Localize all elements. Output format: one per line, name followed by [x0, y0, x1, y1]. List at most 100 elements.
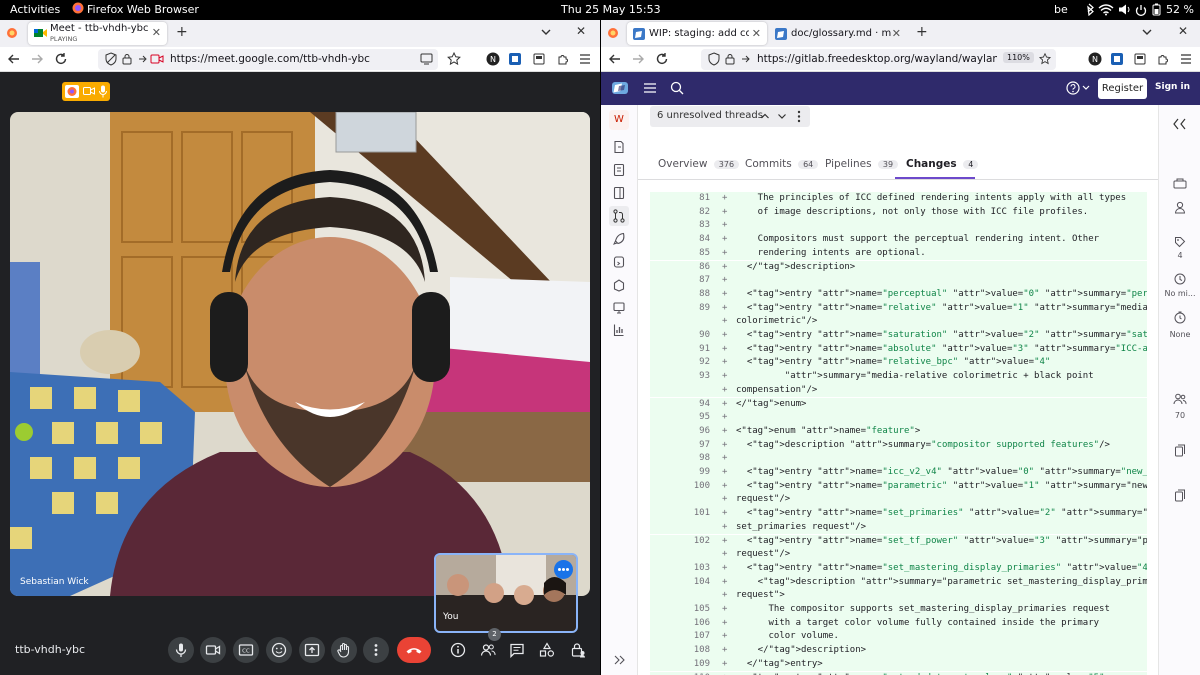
tab-changes[interactable]: Changes 4 [906, 158, 979, 170]
permissions-icon[interactable] [741, 53, 753, 65]
tab-meet[interactable]: Meet - ttb-vhdh-ybc PLAYING ✕ [28, 22, 167, 45]
diff-line-number[interactable]: 105 [650, 603, 710, 617]
diff-line-number[interactable]: 99 [650, 466, 710, 480]
diff-line-number[interactable]: 102 [650, 535, 710, 549]
search-icon[interactable] [670, 81, 684, 95]
diff-line-number[interactable]: 94 [650, 398, 710, 412]
url-text[interactable]: https://gitlab.freedesktop.org/wayland/w… [757, 53, 997, 65]
zoom-level[interactable]: 110% [1003, 52, 1034, 63]
back-icon[interactable] [607, 51, 623, 67]
previous-thread-icon[interactable] [760, 110, 770, 122]
bookmark-star-icon[interactable] [1038, 52, 1052, 66]
help-icon[interactable] [1066, 81, 1092, 95]
diff-line-number[interactable]: 86 [650, 261, 710, 275]
list-all-tabs-icon[interactable] [540, 26, 552, 38]
freedesktop-logo[interactable] [611, 79, 629, 97]
meeting-code[interactable]: ttb-vhdh-ybc [15, 643, 85, 656]
participants-icon[interactable] [1173, 393, 1187, 405]
firefox-view-icon[interactable] [607, 27, 619, 39]
project-info-icon[interactable] [613, 140, 625, 154]
tab-overview[interactable]: Overview 376 [658, 158, 740, 170]
assignee-icon[interactable] [1174, 201, 1186, 214]
gitlab-menu-icon[interactable] [643, 82, 657, 94]
diff-line-number[interactable]: 103 [650, 562, 710, 576]
repository-icon[interactable] [613, 163, 625, 177]
sharing-indicator[interactable] [62, 82, 110, 101]
tracking-shield-icon[interactable] [707, 52, 721, 66]
diff-line-number[interactable]: 109 [650, 658, 710, 672]
diff-line-number[interactable]: 95 [650, 411, 710, 425]
collapse-sidebar-icon[interactable] [1173, 118, 1187, 130]
deployments-rocket-icon[interactable] [613, 232, 625, 246]
reactions-button[interactable] [266, 637, 292, 663]
diff-line-number[interactable]: 107 [650, 630, 710, 644]
tab-close-icon[interactable]: ✕ [752, 27, 761, 40]
time-tracking-icon[interactable] [1174, 311, 1186, 324]
extensions-puzzle-icon[interactable] [556, 52, 572, 68]
next-thread-icon[interactable] [777, 110, 787, 122]
diff-line-number[interactable]: 93 [650, 370, 710, 384]
activities-button-meet[interactable] [534, 637, 560, 663]
clock[interactable]: Thu 25 May 15:53 [561, 3, 661, 16]
reload-icon[interactable] [53, 51, 69, 67]
activities-button[interactable]: Activities [10, 3, 60, 16]
tab-close-icon[interactable]: ✕ [892, 27, 901, 40]
url-bar[interactable]: https://meet.google.com/ttb-vhdh-ybc [98, 49, 438, 70]
window-close-button[interactable]: ✕ [576, 24, 586, 38]
diff-line-number[interactable]: 106 [650, 617, 710, 631]
operate-icon[interactable] [613, 255, 625, 269]
camera-button[interactable] [200, 637, 226, 663]
tab-pipelines[interactable]: Pipelines 39 [825, 158, 899, 170]
diff-line-number[interactable]: 84 [650, 233, 710, 247]
packages-icon[interactable] [613, 278, 625, 292]
diff-line-number[interactable]: 110 [650, 672, 710, 675]
todo-icon[interactable] [1173, 177, 1187, 189]
app-menu[interactable]: Firefox Web Browser [87, 3, 199, 16]
labels-icon[interactable] [1174, 236, 1186, 248]
host-controls-button[interactable] [565, 637, 591, 663]
more-options-button[interactable] [363, 637, 389, 663]
window-close-button[interactable]: ✕ [1178, 24, 1188, 38]
diff-line-number[interactable]: 108 [650, 644, 710, 658]
url-text[interactable]: https://meet.google.com/ttb-vhdh-ybc [170, 53, 370, 65]
copy-email-icon[interactable] [1174, 489, 1186, 502]
chat-button[interactable] [504, 637, 530, 663]
extension-blue-icon[interactable] [1110, 52, 1126, 68]
new-tab-button[interactable]: + [176, 24, 188, 40]
tab-glossary[interactable]: doc/glossary.md · main · ✕ [769, 22, 907, 45]
forward-icon[interactable] [29, 51, 45, 67]
lock-icon[interactable] [122, 53, 132, 65]
tracking-shield-icon[interactable] [104, 52, 118, 66]
back-icon[interactable] [6, 51, 22, 67]
present-button[interactable] [299, 637, 325, 663]
diff-line-number[interactable]: 104 [650, 576, 710, 590]
screen-share-indicator-icon[interactable] [420, 53, 433, 65]
tab-merge-request[interactable]: WIP: staging: add color m ✕ [627, 22, 767, 45]
sign-in-link[interactable]: Sign in [1155, 82, 1190, 92]
keyboard-layout[interactable]: be [1054, 3, 1068, 16]
self-view-tile[interactable]: You [434, 553, 578, 633]
copy-reference-icon[interactable] [1174, 444, 1186, 457]
extensions-puzzle-icon[interactable] [1156, 52, 1172, 68]
firefox-view-icon[interactable] [6, 27, 18, 39]
diff-line-number[interactable]: 91 [650, 343, 710, 357]
forward-icon[interactable] [630, 51, 646, 67]
tab-commits[interactable]: Commits 64 [745, 158, 819, 170]
extension-n-icon[interactable]: N [486, 52, 502, 68]
leave-call-button[interactable] [397, 637, 431, 663]
new-tab-button[interactable]: + [916, 24, 928, 40]
lock-icon[interactable] [725, 53, 735, 65]
bookmark-star-icon[interactable] [446, 51, 462, 67]
expand-sidebar-icon[interactable] [613, 655, 625, 665]
unresolved-threads-bar[interactable]: 6 unresolved threads [650, 106, 810, 127]
raise-hand-button[interactable] [331, 637, 357, 663]
speaker-video-tile[interactable]: Sebastian Wick [10, 112, 590, 596]
diff-line-number[interactable]: 100 [650, 480, 710, 494]
hamburger-menu-icon[interactable] [578, 52, 594, 68]
register-button[interactable]: Register [1098, 78, 1147, 99]
diff-line-number[interactable]: 97 [650, 439, 710, 453]
diff-line-number[interactable]: 88 [650, 288, 710, 302]
diff-line-number[interactable]: 90 [650, 329, 710, 343]
diff-line-number[interactable]: 92 [650, 356, 710, 370]
diff-line-number[interactable]: 87 [650, 274, 710, 288]
